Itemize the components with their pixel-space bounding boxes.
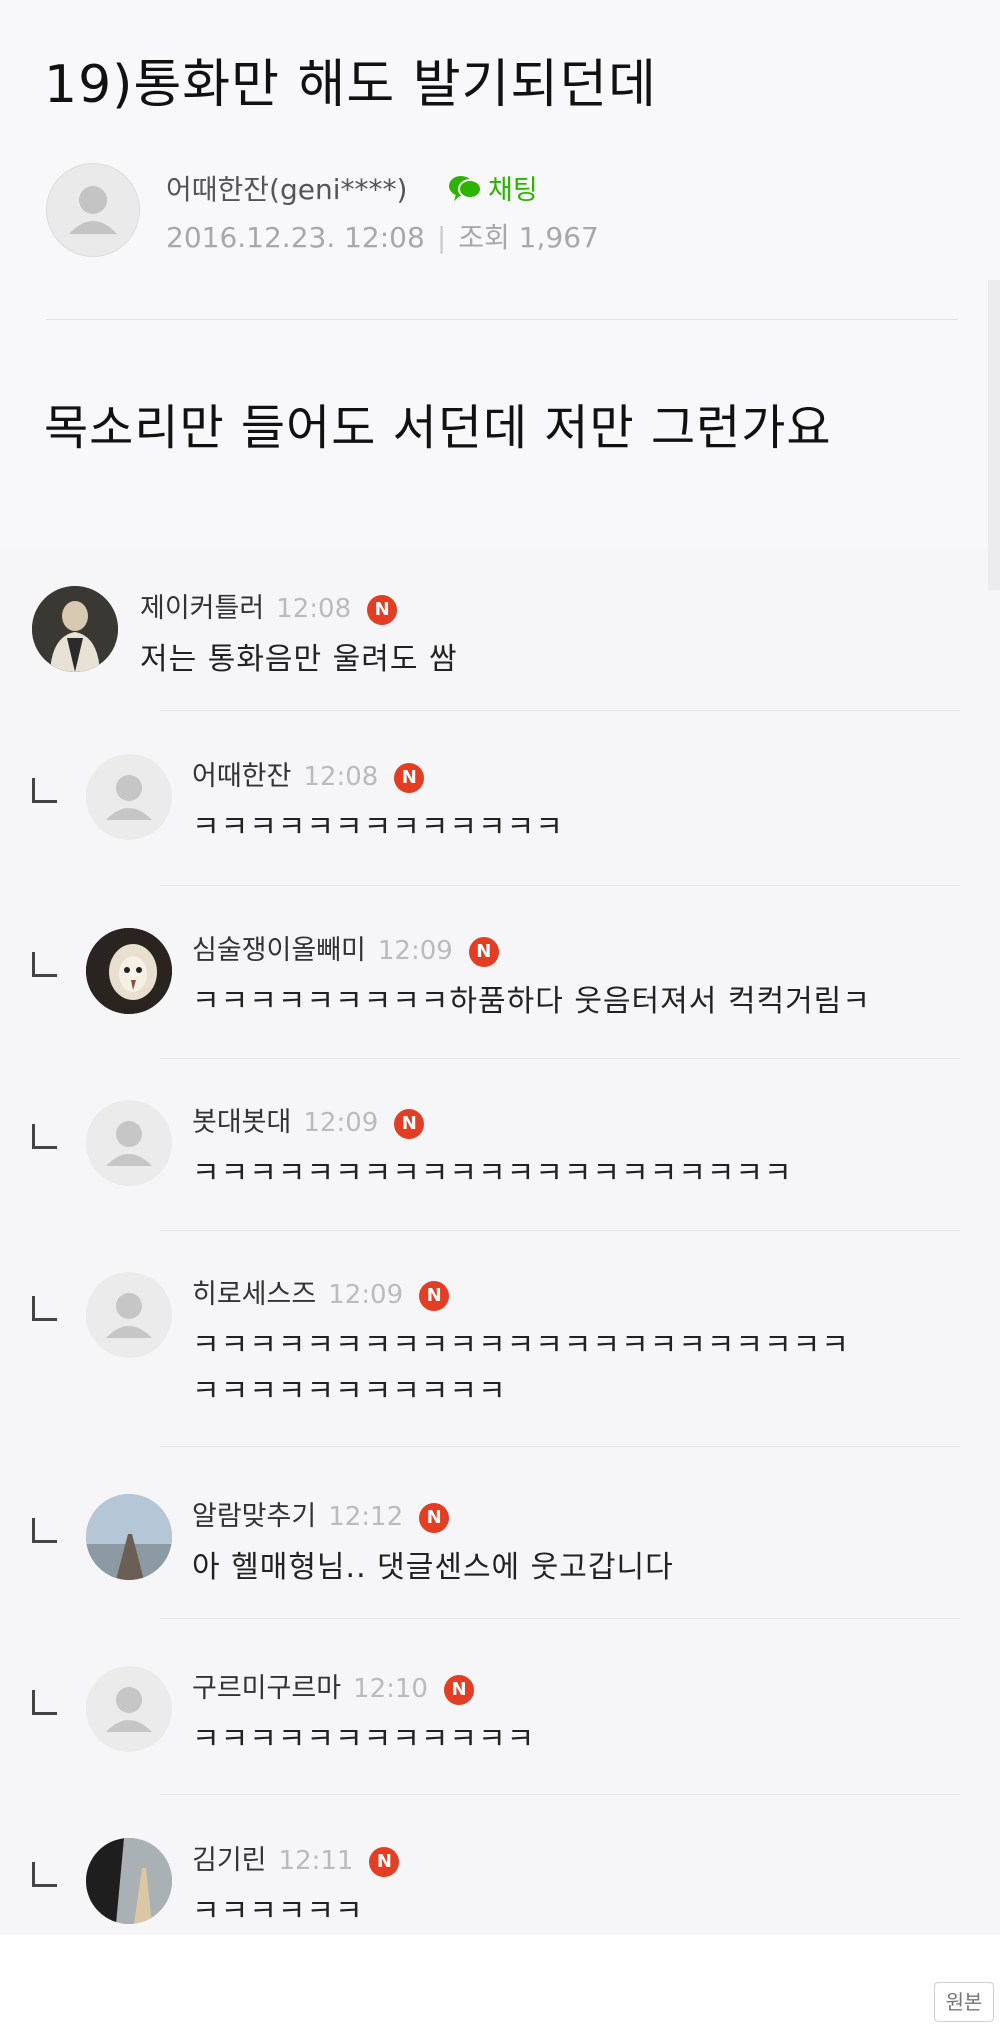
new-badge: N	[443, 1675, 474, 1705]
chat-label: 채팅	[488, 175, 538, 206]
avatar[interactable]	[86, 928, 172, 1014]
comment-author[interactable]: 심술쟁이올빼미 12:09 N	[192, 928, 499, 967]
comment-time: 12:09	[377, 936, 453, 966]
comment-author[interactable]: 어때한잔 12:08 N	[192, 754, 425, 793]
chat-bubble-icon	[449, 175, 482, 201]
comment-text: ㅋㅋㅋㅋㅋㅋㅋㅋㅋㅋㅋㅋㅋ	[192, 810, 564, 845]
post-title: 19)통화만 해도 발기되던데	[44, 55, 657, 115]
default-avatar-icon	[106, 1687, 152, 1732]
new-badge: N	[419, 1503, 450, 1533]
scrollbar[interactable]	[988, 280, 1000, 590]
comment-time: 12:08	[276, 594, 352, 624]
default-avatar-icon	[69, 186, 117, 234]
comment-text: ㅋㅋㅋㅋㅋㅋㅋㅋㅋㅋㅋㅋㅋㅋㅋㅋㅋㅋㅋㅋㅋㅋㅋ	[192, 1328, 850, 1363]
new-badge: N	[468, 937, 499, 967]
comment-divider	[160, 1618, 960, 1619]
author-avatar[interactable]	[46, 163, 140, 257]
reply-arrow-icon	[32, 952, 57, 977]
comment-author[interactable]: 히로세스즈 12:09 N	[192, 1272, 450, 1311]
reply-arrow-icon	[32, 1124, 57, 1149]
default-avatar-icon	[106, 775, 152, 820]
avatar[interactable]	[86, 1666, 172, 1752]
reply-item: 어때한잔 12:08 N ㅋㅋㅋㅋㅋㅋㅋㅋㅋㅋㅋㅋㅋ	[0, 748, 1000, 878]
avatar[interactable]	[86, 1838, 172, 1924]
comment-text: 저는 통화음만 울려도 쌈	[140, 642, 458, 677]
reply-item: 알람맞추기 12:12 N 아 헬매형님.. 댓글센스에 웃고갑니다	[0, 1488, 1000, 1618]
view-original-button[interactable]: 원본	[934, 1982, 994, 2022]
post-section: 19)통화만 해도 발기되던데 어때한잔(geni****) 채팅 2016.1…	[0, 0, 1000, 548]
screenshot: 19)통화만 해도 발기되던데 어때한잔(geni****) 채팅 2016.1…	[0, 0, 1000, 1935]
comment-divider	[160, 1058, 960, 1059]
avatar[interactable]	[86, 1100, 172, 1186]
comment-divider	[160, 1446, 960, 1447]
post-body: 목소리만 들어도 서던데 저만 그런가요	[44, 400, 832, 456]
view-count: 조회 1,967	[458, 221, 599, 254]
comment-author[interactable]: 알람맞추기 12:12 N	[192, 1494, 450, 1533]
comment-author-name: 봇대봇대	[192, 1107, 292, 1138]
comment-author-name: 심술쟁이올빼미	[192, 935, 366, 966]
avatar[interactable]	[86, 1494, 172, 1580]
avatar[interactable]	[32, 586, 118, 672]
comment-time: 12:08	[303, 762, 379, 792]
comment-author-name: 김기린	[192, 1845, 267, 1876]
comment-author[interactable]: 구르미구르마 12:10 N	[192, 1666, 474, 1705]
comment-author-name: 알람맞추기	[192, 1501, 317, 1532]
reply-item: 심술쟁이올빼미 12:09 N ㅋㅋㅋㅋㅋㅋㅋㅋㅋ하품하다 웃음터져서 컥컥거림ㅋ	[0, 922, 1000, 1052]
comment-text: ㅋㅋㅋㅋㅋㅋㅋㅋㅋㅋㅋ	[192, 1374, 507, 1409]
default-avatar-icon	[106, 1293, 152, 1338]
comment-text: 아 헬매형님.. 댓글센스에 웃고갑니다	[192, 1550, 674, 1585]
comment-text: ㅋㅋㅋㅋㅋㅋㅋㅋㅋ하품하다 웃음터져서 컥컥거림ㅋ	[192, 984, 871, 1019]
comment-divider	[160, 710, 960, 711]
landscape-photo-icon	[86, 1494, 172, 1580]
author-name[interactable]: 어때한잔(geni****)	[166, 168, 407, 208]
comment-author-name: 구르미구르마	[192, 1673, 342, 1704]
reply-arrow-icon	[32, 1296, 57, 1321]
new-badge: N	[367, 595, 398, 625]
comment-time: 12:12	[328, 1502, 404, 1532]
owl-photo-icon	[86, 928, 172, 1014]
post-date: 2016.12.23. 12:08	[166, 221, 425, 254]
reply-item: 봇대봇대 12:09 N ㅋㅋㅋㅋㅋㅋㅋㅋㅋㅋㅋㅋㅋㅋㅋㅋㅋㅋㅋㅋㅋ	[0, 1094, 1000, 1224]
new-badge: N	[419, 1281, 450, 1311]
comment-time: 12:10	[353, 1674, 428, 1704]
reply-arrow-icon	[32, 1690, 57, 1715]
comment-text: ㅋㅋㅋㅋㅋㅋㅋㅋㅋㅋㅋㅋ	[192, 1722, 536, 1757]
new-badge: N	[369, 1847, 400, 1877]
chat-link[interactable]: 채팅	[448, 168, 538, 207]
comment-text: ㅋㅋㅋㅋㅋㅋ	[192, 1894, 364, 1929]
new-badge: N	[394, 1109, 425, 1139]
comment-author[interactable]: 김기린 12:11 N	[192, 1838, 400, 1877]
reply-arrow-icon	[32, 1518, 57, 1543]
reply-arrow-icon	[32, 1862, 57, 1887]
comment-divider	[160, 885, 960, 886]
comment-time: 12:09	[328, 1280, 404, 1310]
avatar[interactable]	[86, 754, 172, 840]
meta-separator: |	[436, 221, 447, 254]
comment-time: 12:09	[303, 1108, 379, 1138]
comment-time: 12:11	[278, 1846, 354, 1876]
reply-arrow-icon	[32, 778, 57, 803]
comment-divider	[160, 1794, 960, 1795]
comment-author-name: 히로세스즈	[192, 1279, 317, 1310]
header-divider	[46, 319, 958, 320]
comment-divider	[160, 1230, 960, 1231]
comment-author-name: 제이커틀러	[140, 593, 265, 624]
post-meta: 2016.12.23. 12:08 | 조회 1,967	[166, 216, 599, 256]
new-badge: N	[394, 763, 425, 793]
reply-item: 히로세스즈 12:09 N ㅋㅋㅋㅋㅋㅋㅋㅋㅋㅋㅋㅋㅋㅋㅋㅋㅋㅋㅋㅋㅋㅋㅋ ㅋㅋㅋㅋ…	[0, 1266, 1000, 1436]
default-avatar-icon	[106, 1121, 152, 1166]
comment-author-name: 어때한잔	[192, 761, 292, 792]
reply-item: 구르미구르마 12:10 N ㅋㅋㅋㅋㅋㅋㅋㅋㅋㅋㅋㅋ	[0, 1660, 1000, 1790]
comment-author[interactable]: 봇대봇대 12:09 N	[192, 1100, 425, 1139]
user-photo-icon	[32, 586, 118, 672]
comment-author[interactable]: 제이커틀러 12:08 N	[140, 586, 398, 625]
user-photo-icon	[86, 1838, 172, 1924]
comment-text: ㅋㅋㅋㅋㅋㅋㅋㅋㅋㅋㅋㅋㅋㅋㅋㅋㅋㅋㅋㅋㅋ	[192, 1156, 793, 1191]
reply-item: 김기린 12:11 N ㅋㅋㅋㅋㅋㅋ	[0, 1832, 1000, 1935]
comment-item: 제이커틀러 12:08 N 저는 통화음만 울려도 쌈	[0, 580, 1000, 710]
avatar[interactable]	[86, 1272, 172, 1358]
